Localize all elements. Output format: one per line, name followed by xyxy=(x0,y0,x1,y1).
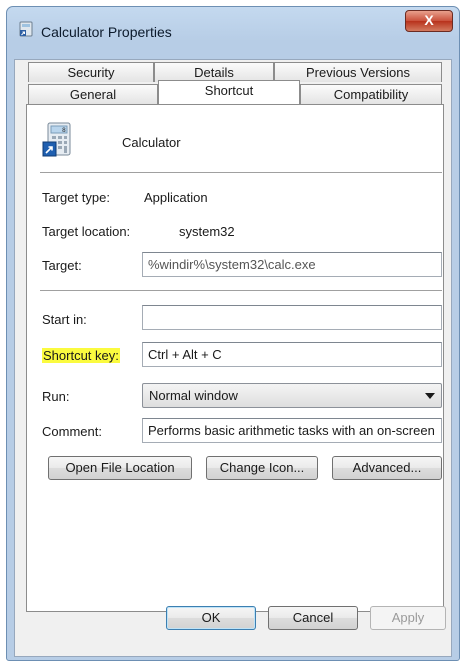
target-type-value: Application xyxy=(144,190,208,205)
apply-button[interactable]: Apply xyxy=(370,606,446,630)
window-title: Calculator Properties xyxy=(41,24,172,40)
change-icon-button[interactable]: Change Icon... xyxy=(206,456,318,480)
run-label: Run: xyxy=(42,389,70,404)
tab-general[interactable]: General xyxy=(28,84,158,104)
title-bar[interactable]: Calculator Properties X xyxy=(7,7,459,41)
app-name: Calculator xyxy=(122,135,181,150)
target-location-value: system32 xyxy=(179,224,235,239)
start-in-label: Start in: xyxy=(42,312,87,327)
tab-label: General xyxy=(69,87,117,102)
svg-text:8: 8 xyxy=(62,127,66,134)
tab-compatibility[interactable]: Compatibility xyxy=(300,84,442,104)
comment-field[interactable]: Performs basic arithmetic tasks with an … xyxy=(142,418,442,443)
shortcut-key-highlight: Shortcut key: xyxy=(42,348,120,363)
tab-previous-versions[interactable]: Previous Versions xyxy=(274,62,442,82)
shortcut-key-label: Shortcut key: xyxy=(42,348,120,363)
target-field[interactable]: %windir%\system32\calc.exe xyxy=(142,252,442,277)
run-select[interactable]: Normal window xyxy=(142,383,442,408)
close-icon: X xyxy=(424,12,434,28)
separator xyxy=(40,290,442,292)
run-selected-value: Normal window xyxy=(149,388,238,403)
target-type-label: Target type: xyxy=(42,190,110,205)
tab-label: Details xyxy=(194,65,234,80)
comment-label: Comment: xyxy=(42,424,102,439)
tab-label: Shortcut xyxy=(204,83,254,98)
tab-label: Previous Versions xyxy=(305,65,411,80)
close-button[interactable]: X xyxy=(405,10,453,32)
separator xyxy=(40,172,442,174)
cancel-button[interactable]: Cancel xyxy=(268,606,358,630)
tab-details[interactable]: Details xyxy=(154,62,274,82)
advanced-button[interactable]: Advanced... xyxy=(332,456,442,480)
target-location-label: Target location: xyxy=(42,224,131,239)
calculator-icon: 8 xyxy=(42,122,71,157)
open-file-location-button[interactable]: Open File Location xyxy=(48,456,192,480)
ok-button[interactable]: OK xyxy=(166,606,256,630)
tab-label: Security xyxy=(67,65,115,80)
tab-shortcut[interactable]: Shortcut xyxy=(158,80,300,104)
tab-security[interactable]: Security xyxy=(28,62,154,82)
target-label: Target: xyxy=(42,258,82,273)
start-in-field[interactable] xyxy=(142,305,442,330)
calculator-shortcut-icon xyxy=(19,21,33,37)
chevron-down-icon xyxy=(425,393,435,399)
tab-label: Compatibility xyxy=(333,87,409,102)
shortcut-key-field[interactable]: Ctrl + Alt + C xyxy=(142,342,442,367)
